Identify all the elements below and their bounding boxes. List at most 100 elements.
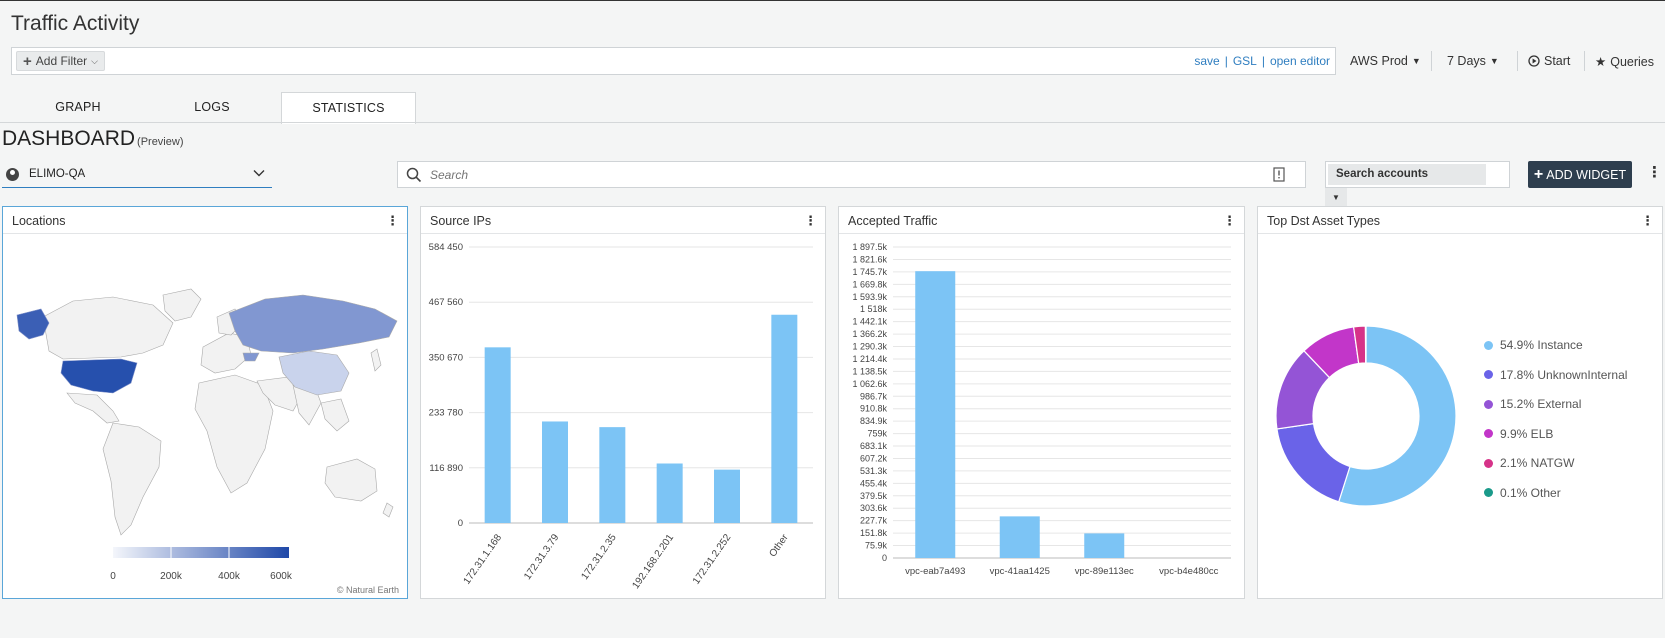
y-tick-label: 1 518k [860,304,888,314]
tab-logs[interactable]: LOGS [145,92,279,123]
plus-icon: + [23,52,32,70]
donut-slice[interactable] [1364,325,1367,364]
legend-label: 0.1% Other [1500,485,1561,500]
bar[interactable] [599,427,626,523]
legend-item[interactable]: 0.1% Other [1484,486,1561,500]
widget-menu-icon[interactable]: ⋮ [804,213,817,229]
widget-title: Accepted Traffic [848,214,938,228]
filter-bar[interactable]: + Add Filter ⌵ save | GSL | open editor [11,47,1336,75]
widget-search[interactable] [397,161,1306,188]
start-button[interactable]: Start [1528,54,1570,68]
y-tick-label: 759k [867,429,887,439]
save-link[interactable]: save [1194,54,1219,68]
y-tick-label: 467 560 [429,297,463,308]
y-tick-label: 233 780 [429,408,463,419]
map-attribution[interactable]: © Natural Earth [337,585,399,595]
open-editor-link[interactable]: open editor [1270,54,1330,68]
widget-title: Source IPs [430,214,492,228]
queries-button[interactable]: ★ Queries [1595,54,1654,70]
widget-header: Top Dst Asset Types ⋮ [1258,207,1662,234]
region-canada [42,296,174,360]
star-icon: ★ [1595,55,1607,69]
x-tick-label: vpc-b4e480cc [1159,566,1218,577]
plus-icon: + [1533,165,1544,183]
y-tick-label: 303.6k [860,503,888,513]
link-separator: | [1224,54,1228,68]
region-usa [60,358,138,394]
time-range-dropdown[interactable]: 7 Days ▼ [1447,54,1499,68]
bar[interactable] [542,421,568,523]
legend-dot [1484,340,1493,350]
region-russia [228,294,398,354]
x-tick-label: 172.31.1.168 [462,532,505,586]
bar[interactable] [999,516,1040,558]
region-japan [370,348,382,372]
caret-down-icon: ▼ [1489,56,1499,66]
region-middle-east-shaded [242,352,260,362]
caret-down-icon: ▼ [1332,193,1340,202]
add-filter-label: Add Filter [35,54,88,68]
region-southeast-asia [320,398,350,432]
widget-menu-icon[interactable]: ⋮ [1223,213,1236,229]
bar[interactable] [771,314,798,523]
add-widget-button[interactable]: + ADD WIDGET [1528,161,1632,188]
y-tick-label: 455.4k [860,478,888,488]
legend-dot [1484,429,1493,438]
link-separator: | [1261,54,1265,68]
widget-menu-icon[interactable]: ⋮ [1641,213,1654,229]
y-tick-label: 683.1k [860,441,888,451]
search-icon [406,167,422,183]
tabs-divider [0,122,1665,123]
tab-graph[interactable]: GRAPH [11,92,145,123]
y-tick-label: 1 897.5k [852,242,887,252]
tab-statistics[interactable]: STATISTICS [281,92,416,124]
locations-widget: Locations ⋮ 0 200k 400k 600k © Natural E… [2,206,408,599]
gsl-link[interactable]: GSL [1233,54,1257,68]
bar[interactable] [1084,533,1125,558]
bar[interactable] [714,469,740,523]
add-widget-label: ADD WIDGET [1546,167,1627,182]
y-tick-label: 1 214.4k [852,354,887,364]
account-select[interactable]: ELIMO-QA [2,161,272,188]
widget-menu-icon[interactable]: ⋮ [386,213,399,229]
dashboard-title-text: DASHBOARD [2,127,136,150]
accepted-traffic-widget: Accepted Traffic ⋮ 0 75.9k 151.8k 227.7k 303… [838,206,1245,599]
add-filter-button[interactable]: + Add Filter ⌵ [16,51,105,71]
caret-down-icon: ▼ [1411,56,1421,66]
bar[interactable] [915,271,956,558]
legend-item[interactable]: 15.2% External [1484,397,1581,411]
search-input[interactable] [430,166,1250,184]
bar[interactable] [484,347,511,523]
widget-title: Locations [12,214,66,228]
region-alaska [16,308,50,340]
scale-tick-label: 0 [110,571,116,582]
legend-item[interactable]: 9.9% ELB [1484,427,1553,441]
user-icon [6,167,19,181]
filter-links: save | GSL | open editor [1194,54,1330,68]
legend-dot [1484,370,1493,379]
search-accounts-dropdown[interactable]: ▼ [1325,188,1347,208]
y-tick-label: 227.7k [860,516,888,526]
top-dst-asset-types-widget: Top Dst Asset Types ⋮ 54.9% Instance 17.8… [1257,206,1663,599]
y-tick-label: 607.2k [860,453,888,463]
legend-item[interactable]: 17.8% UnknownInternal [1484,368,1627,382]
legend-item[interactable]: 54.9% Instance [1484,338,1583,352]
widget-header: Source IPs ⋮ [421,207,825,234]
region-new-zealand [382,502,394,518]
dashboard-title: DASHBOARD (Preview) [2,127,183,151]
region-central-america [66,392,120,424]
legend-label: 15.2% External [1500,397,1582,411]
divider [1431,51,1432,71]
legend-label: 54.9% Instance [1500,338,1583,352]
scale-tick-label: 600k [270,571,293,582]
dashboard-menu-icon[interactable]: ⋮ [1647,165,1662,180]
legend-item[interactable]: 2.1% NATGW [1484,456,1574,470]
start-label: Start [1544,54,1571,68]
search-accounts-label: Search accounts [1328,164,1486,185]
environment-dropdown[interactable]: AWS Prod ▼ [1350,54,1421,68]
legend-dot [1484,399,1493,409]
donut-slice[interactable] [1276,422,1351,503]
y-tick-label: 1 442.1k [852,317,887,327]
bar[interactable] [656,463,683,523]
search-accounts-box[interactable]: Search accounts [1325,161,1510,188]
